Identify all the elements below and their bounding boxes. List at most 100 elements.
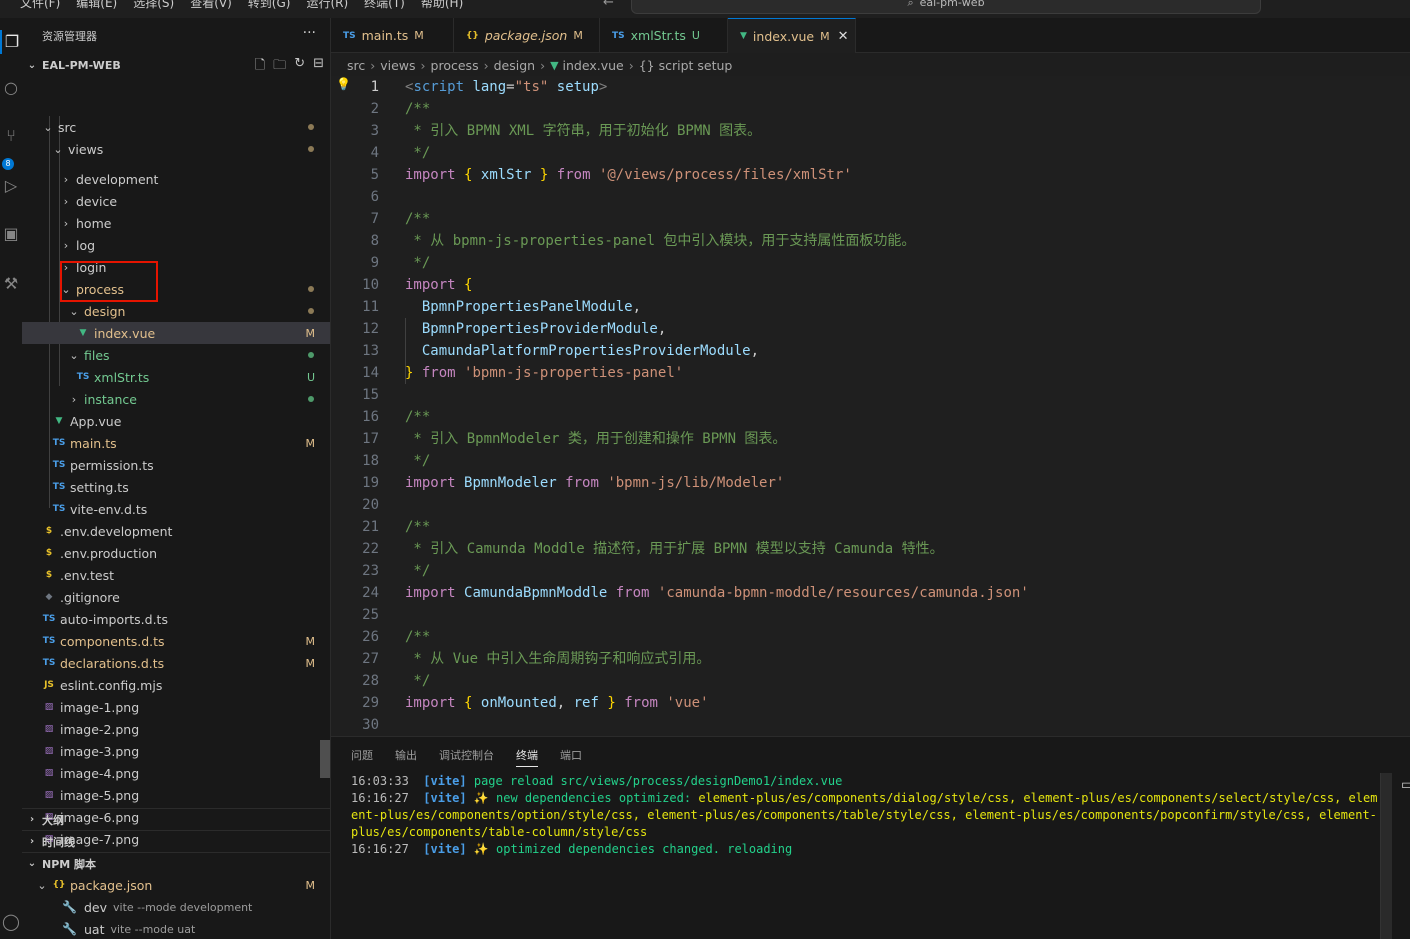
- search-icon[interactable]: ○: [0, 76, 22, 100]
- menu-item[interactable]: 转到(G): [240, 0, 299, 12]
- line-number: 10: [362, 277, 379, 293]
- tab-index-vue[interactable]: ▼ index.vue M ✕: [728, 18, 856, 53]
- tree-item[interactable]: TS xmlStr.ts U: [22, 366, 330, 388]
- tree-item[interactable]: ⌄ design: [22, 300, 330, 322]
- tree-item[interactable]: ⌄ files: [22, 344, 330, 366]
- npm-package-row[interactable]: ⌄ {} package.json M: [22, 874, 330, 896]
- panel-tabs: 问题 输出 调试控制台 终端 端口: [351, 747, 582, 767]
- git-status-dot: [308, 286, 314, 292]
- outline-section[interactable]: › 大纲: [22, 808, 330, 830]
- tree-item[interactable]: TS permission.ts: [22, 454, 330, 476]
- breadcrumb-item[interactable]: src: [347, 58, 365, 73]
- menu-item[interactable]: 帮助(H): [413, 0, 471, 12]
- tab-xmlStr-ts[interactable]: TS xmlStr.ts U: [600, 18, 728, 53]
- panel-tab[interactable]: 端口: [560, 747, 582, 767]
- tree-item[interactable]: ◆ .gitignore: [22, 586, 330, 608]
- tree-item-label: device: [76, 193, 118, 209]
- tree-item[interactable]: ▼ index.vue M: [22, 322, 330, 344]
- terminal-side-icon[interactable]: ▭: [1401, 777, 1410, 793]
- panel-tab[interactable]: 问题: [351, 747, 373, 767]
- refresh-icon[interactable]: ↻: [294, 56, 305, 78]
- npm-script-item[interactable]: 🔧 dev vite --mode development: [22, 896, 330, 918]
- wrench-icon: 🔧: [62, 922, 77, 936]
- terminal-text: page reload src/views/process/designDemo…: [473, 774, 843, 788]
- tree-item-label: image-3.png: [60, 743, 140, 759]
- panel-tab[interactable]: 输出: [395, 747, 417, 767]
- tree-item-label: views: [68, 141, 104, 157]
- tree-item[interactable]: ▼ App.vue: [22, 410, 330, 432]
- tree-item[interactable]: TS setting.ts: [22, 476, 330, 498]
- tree-item[interactable]: ⌄ views: [22, 138, 330, 160]
- more-actions-icon[interactable]: ···: [303, 25, 316, 41]
- tab-main-ts[interactable]: TS main.ts M: [331, 18, 454, 53]
- command-center[interactable]: ⌕ eal-pm-web: [631, 0, 1261, 14]
- tree-item[interactable]: $ .env.development: [22, 520, 330, 542]
- terminal-output[interactable]: 16:03:33 [vite] page reload src/views/pr…: [351, 773, 1381, 858]
- tree-item[interactable]: TS vite-env.d.ts: [22, 498, 330, 520]
- tree-item[interactable]: ▨ image-3.png: [22, 740, 330, 762]
- breadcrumb-item[interactable]: design: [494, 58, 535, 73]
- menu-item[interactable]: 选择(S): [125, 0, 182, 12]
- tree-item[interactable]: TS main.ts M: [22, 432, 330, 454]
- bottom-panel: 问题 输出 调试控制台 终端 端口 16:03:33 [vite] page reloa…: [331, 736, 1410, 939]
- breadcrumb-item[interactable]: {} script setup: [639, 58, 733, 73]
- new-file-icon[interactable]: 🗋: [255, 56, 265, 78]
- line-number: 12: [362, 321, 379, 337]
- breadcrumb-item[interactable]: index.vue: [563, 58, 624, 73]
- tab-package-json[interactable]: {} package.json M: [454, 18, 600, 53]
- code-editor[interactable]: 💡 1 <script lang="ts" setup> 2/** 3 * 引入 BP…: [331, 76, 1410, 736]
- npm-scripts-section[interactable]: ⌄ NPM 脚本: [22, 852, 330, 874]
- tree-item[interactable]: › home: [22, 212, 330, 234]
- collapse-icon[interactable]: ⊟: [313, 56, 324, 78]
- code-line: <script lang="ts" setup>: [405, 79, 608, 95]
- tree-item[interactable]: $ .env.production: [22, 542, 330, 564]
- new-folder-icon[interactable]: 🗀: [273, 56, 286, 78]
- tree-item[interactable]: TS auto-imports.d.ts: [22, 608, 330, 630]
- tree-item[interactable]: › development: [22, 168, 330, 190]
- menu-item[interactable]: 文件(F): [12, 0, 68, 12]
- timeline-section[interactable]: › 时间线: [22, 830, 330, 852]
- tree-item[interactable]: ⌄ src: [22, 116, 330, 138]
- tree-item[interactable]: TS declarations.d.ts M: [22, 652, 330, 674]
- line-number: 28: [362, 673, 379, 689]
- tree-item[interactable]: ▨ image-5.png: [22, 784, 330, 806]
- tree-item[interactable]: TS components.d.ts M: [22, 630, 330, 652]
- menu-item[interactable]: 查看(V): [182, 0, 240, 12]
- breadcrumb-item[interactable]: process: [431, 58, 479, 73]
- command-center-label: eal-pm-web: [919, 0, 985, 9]
- tree-item[interactable]: › instance: [22, 388, 330, 410]
- tree-item[interactable]: ▨ image-1.png: [22, 696, 330, 718]
- close-icon[interactable]: ✕: [838, 29, 849, 44]
- tree-item[interactable]: ▨ image-4.png: [22, 762, 330, 784]
- tree-item-label: vite-env.d.ts: [70, 501, 148, 517]
- sidebar-scrollbar[interactable]: [320, 740, 330, 778]
- tree-item[interactable]: ▨ image-2.png: [22, 718, 330, 740]
- tree-item[interactable]: $ .env.test: [22, 564, 330, 586]
- npm-package-label: package.json: [70, 877, 153, 893]
- explorer-icon[interactable]: ❐: [0, 30, 22, 54]
- line-number: 23: [362, 563, 379, 579]
- tree-item[interactable]: › device: [22, 190, 330, 212]
- ts-file-icon: TS: [52, 504, 66, 514]
- npm-script-item[interactable]: 🔧 uat vite --mode uat: [22, 918, 330, 939]
- source-control-icon[interactable]: ⑂: [0, 124, 22, 148]
- menu-item[interactable]: 运行(R): [298, 0, 356, 12]
- tree-item-label: home: [76, 215, 112, 231]
- tree-item-label: .env.development: [60, 523, 173, 539]
- run-debug-icon[interactable]: ▷: [0, 174, 22, 198]
- tree-item[interactable]: JS eslint.config.mjs: [22, 674, 330, 696]
- image-file-icon: ▨: [44, 724, 54, 734]
- remote-icon[interactable]: ⚒: [0, 272, 22, 296]
- account-icon[interactable]: ◯: [0, 910, 22, 934]
- tree-item-label: development: [76, 171, 159, 187]
- panel-tab[interactable]: 调试控制台: [439, 747, 494, 767]
- extensions-icon[interactable]: ▣: [0, 222, 22, 246]
- code-line: */: [405, 563, 431, 579]
- breadcrumb-item[interactable]: views: [380, 58, 415, 73]
- git-file-icon: ◆: [45, 592, 53, 602]
- menu-item[interactable]: 编辑(E): [68, 0, 125, 12]
- tree-item[interactable]: › log: [22, 234, 330, 256]
- terminal-scrollbar[interactable]: [1380, 773, 1392, 939]
- menu-item[interactable]: 终端(T): [356, 0, 413, 12]
- panel-tab[interactable]: 终端: [516, 747, 538, 767]
